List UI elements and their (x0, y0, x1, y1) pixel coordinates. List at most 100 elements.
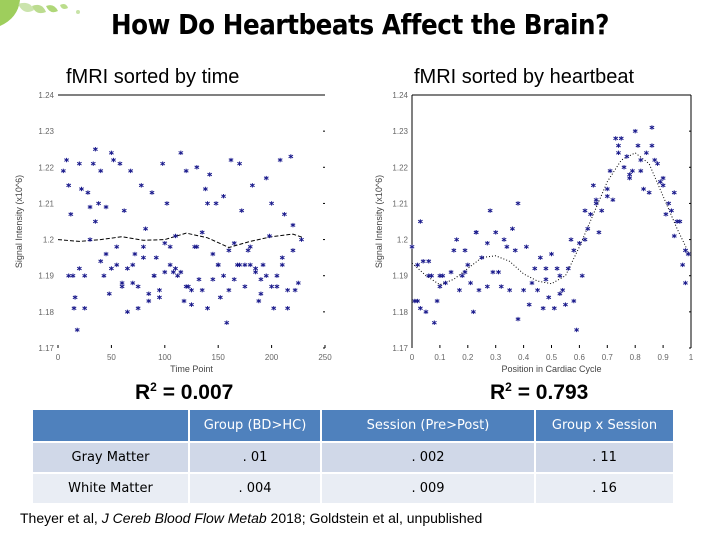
data-point (87, 204, 93, 210)
time-scatter-chart: 1.17 1.18 1.19 1.2 1.21 1.22 1.23 1.24 0 50 100 150… (14, 91, 332, 374)
data-point (71, 306, 77, 311)
data-point (451, 248, 457, 253)
data-point (269, 284, 275, 289)
data-point (162, 240, 168, 246)
data-point (456, 287, 462, 293)
x-tick-label: 0.8 (630, 353, 642, 362)
data-point (646, 190, 652, 195)
data-point (543, 277, 549, 282)
data-point (160, 161, 166, 166)
data-point (490, 269, 496, 275)
data-point (210, 277, 216, 282)
table-header-cell (31, 408, 190, 443)
data-point (149, 190, 155, 195)
data-point (138, 183, 144, 188)
data-point (205, 201, 210, 206)
data-point (590, 183, 596, 188)
data-point (269, 201, 275, 206)
data-point (76, 266, 82, 271)
data-point (267, 233, 272, 239)
data-point (610, 197, 616, 203)
data-point (92, 147, 98, 152)
data-point (249, 183, 255, 188)
y-tick-label: 1.19 (392, 272, 408, 281)
data-point (221, 273, 226, 278)
citation: Theyer et al, J Cereb Blood Flow Metab 2… (20, 510, 483, 526)
data-point (140, 255, 146, 260)
table-row-label: White Matter (31, 472, 190, 505)
table-header-cell: Group (BD>HC) (188, 408, 322, 443)
data-point (157, 295, 162, 300)
data-point (657, 179, 663, 184)
data-point (98, 259, 104, 264)
data-point (629, 168, 635, 174)
x-tick-label: 250 (318, 353, 332, 362)
data-point (140, 244, 146, 249)
data-point (271, 306, 277, 311)
data-point (226, 248, 232, 253)
x-tick-label: 0.1 (434, 353, 446, 362)
data-point (616, 143, 621, 148)
table-cell: . 004 (188, 472, 322, 505)
data-point (82, 306, 88, 311)
data-point (146, 298, 152, 304)
data-point (415, 262, 421, 268)
data-point (468, 280, 474, 286)
x-tick-label: 0.5 (546, 353, 558, 362)
table-header-cell: Group x Session (534, 408, 675, 443)
data-point (685, 251, 691, 257)
data-point (237, 161, 243, 166)
data-point (74, 327, 80, 333)
data-point (613, 136, 619, 141)
data-point (263, 273, 269, 278)
data-point (582, 208, 588, 213)
data-point (108, 266, 114, 271)
y-tick-label: 1.24 (38, 91, 54, 100)
data-point (618, 136, 624, 141)
data-point (90, 161, 96, 166)
data-point (279, 262, 285, 268)
data-point (181, 298, 187, 304)
data-point (529, 280, 535, 286)
data-point (213, 201, 219, 206)
y-axis-label: Signal Intensity (x10^6) (374, 175, 384, 268)
data-point (167, 262, 173, 268)
data-point (437, 273, 443, 278)
data-point (101, 273, 107, 278)
y-tick-label: 1.21 (38, 199, 54, 208)
data-point (571, 298, 577, 304)
data-point (546, 295, 552, 300)
data-point (576, 240, 582, 246)
data-point (429, 273, 434, 278)
data-point (454, 237, 460, 242)
data-point (649, 143, 655, 148)
data-point (164, 201, 170, 206)
data-point (189, 287, 194, 293)
data-point (551, 306, 557, 311)
data-point (183, 168, 189, 174)
data-point (543, 266, 549, 271)
data-point (292, 287, 298, 293)
data-point (537, 255, 543, 260)
data-point (423, 309, 429, 315)
y-tick-label: 1.21 (392, 199, 408, 208)
y-tick-label: 1.18 (392, 308, 408, 317)
data-point (151, 273, 157, 278)
data-point (96, 201, 102, 206)
data-point (426, 259, 432, 264)
data-point (106, 291, 112, 296)
data-point (288, 154, 294, 159)
data-point (501, 237, 507, 242)
data-point (79, 186, 84, 192)
x-tick-label: 1 (689, 353, 694, 362)
data-point (114, 244, 120, 249)
data-point (258, 291, 264, 296)
table-row-label: Gray Matter (31, 441, 190, 474)
data-point (666, 201, 672, 206)
table-cell: . 01 (188, 441, 322, 474)
data-point (196, 277, 202, 282)
data-point (228, 157, 234, 163)
data-point (585, 226, 591, 231)
data-point (579, 273, 585, 278)
data-point (568, 237, 574, 242)
